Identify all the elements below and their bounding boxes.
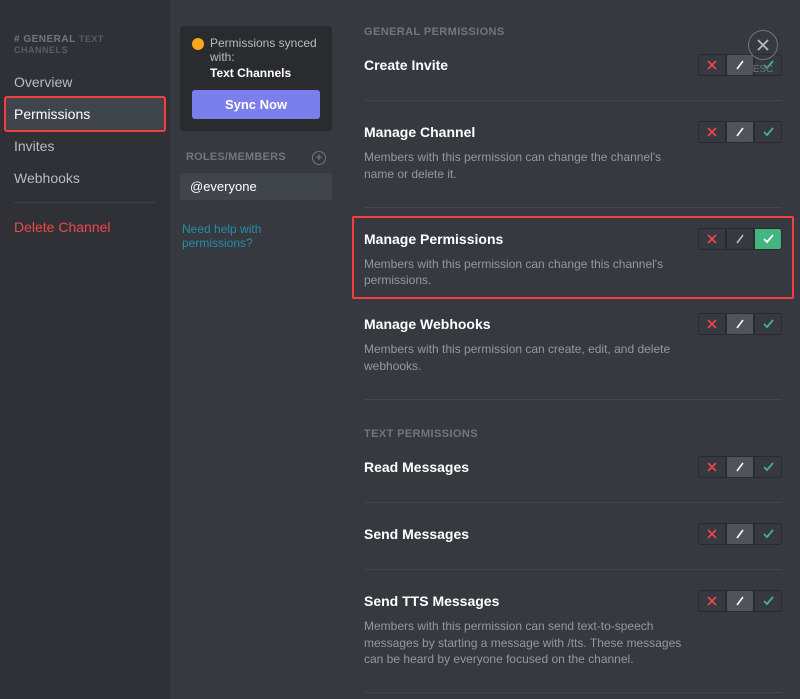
toggle-neutral-button[interactable] xyxy=(726,121,754,143)
toggle-allow-button[interactable] xyxy=(754,313,782,335)
divider xyxy=(364,207,782,208)
sidebar-item-overview[interactable]: Overview xyxy=(0,66,170,98)
permission-toggle xyxy=(698,523,782,545)
toggle-deny-button[interactable] xyxy=(698,590,726,612)
perm-row: Read Messages xyxy=(364,456,782,478)
toggle-deny-button[interactable] xyxy=(698,121,726,143)
heading-prefix: # GENERAL xyxy=(14,34,76,45)
roles-header-label: ROLES/MEMBERS xyxy=(186,151,286,165)
toggle-neutral-button[interactable] xyxy=(726,228,754,250)
toggle-deny-button[interactable] xyxy=(698,54,726,76)
perm-title: Read Messages xyxy=(364,459,469,475)
close-region: ESC xyxy=(748,30,778,75)
sync-now-button[interactable]: Sync Now xyxy=(192,90,320,119)
perm-row: Create Invite xyxy=(364,54,782,76)
toggle-deny-button[interactable] xyxy=(698,228,726,250)
role-item-everyone[interactable]: @everyone xyxy=(180,173,332,200)
close-button[interactable] xyxy=(748,30,778,60)
perm-row: Send TTS Messages Members with this permi… xyxy=(364,590,782,668)
perm-title: Manage Channel xyxy=(364,124,475,140)
help-link[interactable]: Need help with permissions? xyxy=(180,222,332,250)
toggle-neutral-button[interactable] xyxy=(726,523,754,545)
sidebar-item-webhooks[interactable]: Webhooks xyxy=(0,162,170,194)
toggle-allow-button[interactable] xyxy=(754,523,782,545)
close-label: ESC xyxy=(748,64,778,75)
divider xyxy=(364,692,782,693)
toggle-allow-button[interactable] xyxy=(754,590,782,612)
sidebar-item-invites[interactable]: Invites xyxy=(0,130,170,162)
roles-header: ROLES/MEMBERS + xyxy=(180,149,332,173)
divider xyxy=(364,100,782,101)
toggle-deny-button[interactable] xyxy=(698,313,726,335)
perm-row-highlight: Manage Permissions Members with this perm… xyxy=(352,216,794,300)
sidebar-divider xyxy=(14,202,156,203)
sync-card: Permissions synced with: Text Channels S… xyxy=(180,26,332,131)
section-header-text: TEXT PERMISSIONS xyxy=(364,428,782,440)
close-icon xyxy=(756,38,770,52)
toggle-allow-button[interactable] xyxy=(754,456,782,478)
perm-description: Members with this permission can change … xyxy=(364,256,694,290)
permission-toggle xyxy=(698,313,782,335)
divider xyxy=(364,569,782,570)
perm-row: Manage Webhooks Members with this permiss… xyxy=(364,313,782,375)
perm-title: Send TTS Messages xyxy=(364,593,499,609)
add-role-icon[interactable]: + xyxy=(312,151,326,165)
divider xyxy=(364,502,782,503)
permission-toggle xyxy=(698,121,782,143)
section-header-general: GENERAL PERMISSIONS xyxy=(364,26,782,38)
perm-description: Members with this permission can create,… xyxy=(364,341,694,375)
toggle-neutral-button[interactable] xyxy=(726,590,754,612)
toggle-deny-button[interactable] xyxy=(698,523,726,545)
divider xyxy=(364,399,782,400)
toggle-allow-button[interactable] xyxy=(754,121,782,143)
toggle-allow-button[interactable] xyxy=(754,228,782,250)
perm-row: Send Messages xyxy=(364,523,782,545)
toggle-neutral-button[interactable] xyxy=(726,456,754,478)
sync-subtitle: Text Channels xyxy=(192,66,320,80)
perm-title: Manage Permissions xyxy=(364,231,503,247)
toggle-neutral-button[interactable] xyxy=(726,313,754,335)
toggle-deny-button[interactable] xyxy=(698,456,726,478)
permission-toggle xyxy=(698,228,782,250)
sidebar-item-delete-channel[interactable]: Delete Channel xyxy=(0,211,170,243)
perm-title: Send Messages xyxy=(364,526,469,542)
permission-toggle xyxy=(698,456,782,478)
sidebar-heading: # GENERAL TEXT CHANNELS xyxy=(0,30,170,60)
sidebar-item-permissions[interactable]: Permissions xyxy=(4,96,166,132)
roles-column: Permissions synced with: Text Channels S… xyxy=(170,0,342,250)
permissions-panel: GENERAL PERMISSIONS Create Invite Manage … xyxy=(342,0,800,699)
sync-title: Permissions synced with: xyxy=(192,36,320,64)
settings-sidebar: # GENERAL TEXT CHANNELS Overview Permiss… xyxy=(0,0,170,699)
perm-description: Members with this permission can send te… xyxy=(364,618,694,668)
permission-toggle xyxy=(698,590,782,612)
perm-title: Create Invite xyxy=(364,57,448,73)
perm-title: Manage Webhooks xyxy=(364,316,491,332)
perm-row: Manage Channel Members with this permissi… xyxy=(364,121,782,183)
perm-description: Members with this permission can change … xyxy=(364,149,694,183)
